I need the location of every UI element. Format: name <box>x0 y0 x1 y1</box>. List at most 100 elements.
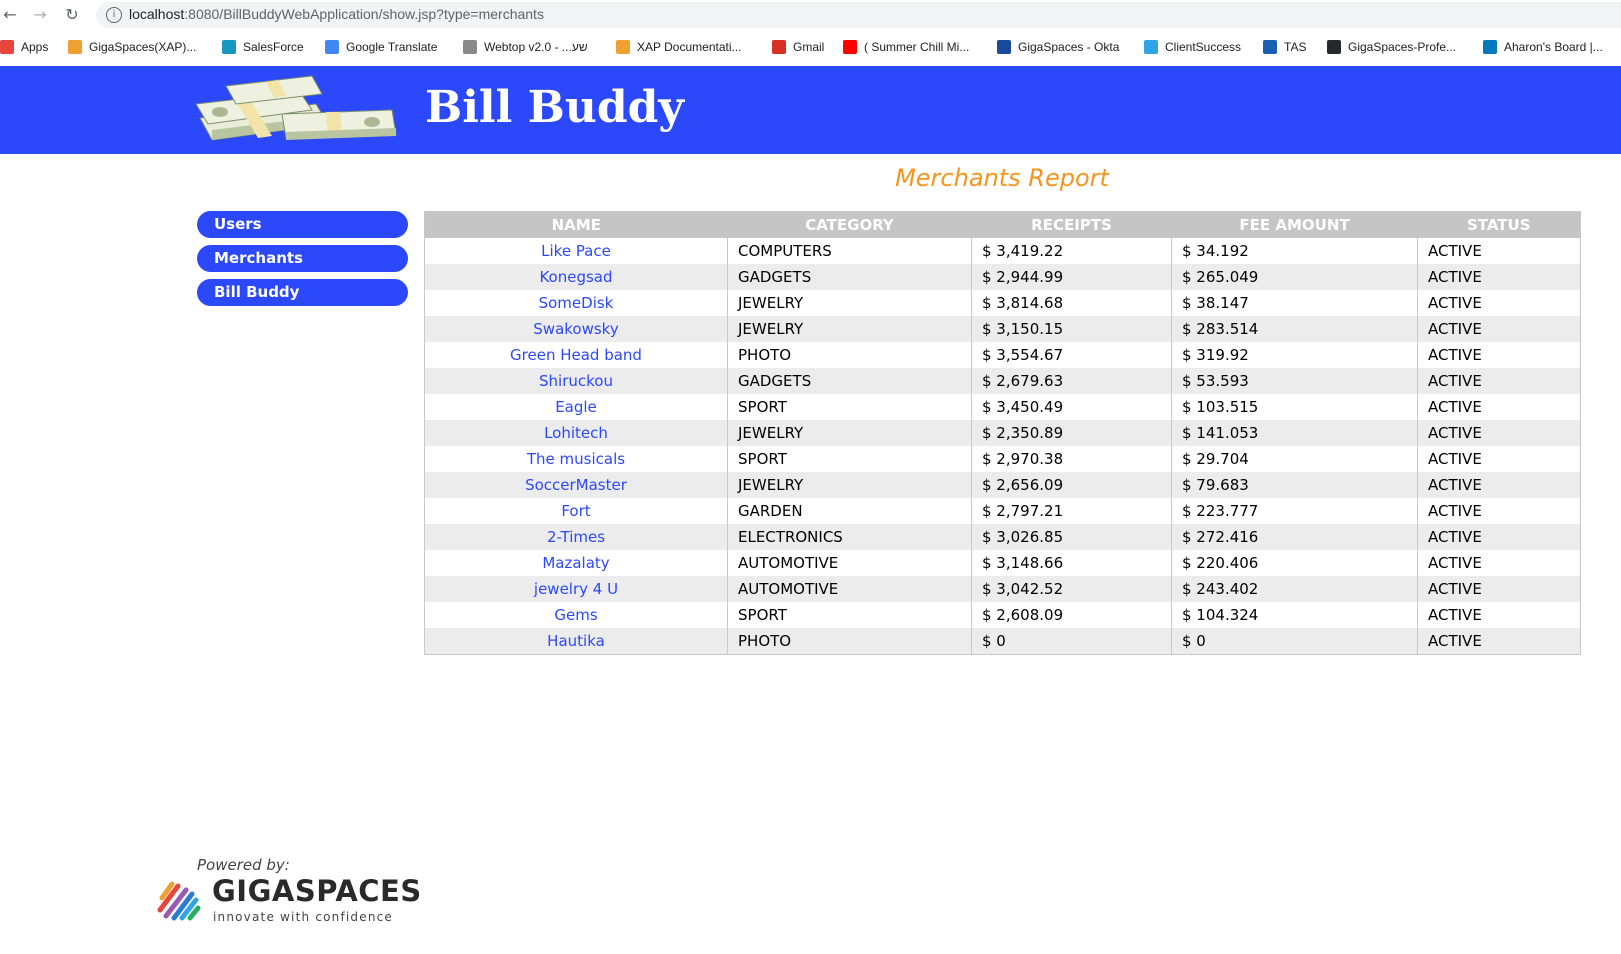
brand-tagline: innovate with confidence <box>213 910 394 924</box>
column-header-category[interactable]: CATEGORY <box>727 211 972 238</box>
cell-status: ACTIVE <box>1417 420 1581 446</box>
table-row: Like Pace COMPUTERS $ 3,419.22 $ 34.192 ACTI… <box>425 238 1581 264</box>
bookmark-item[interactable]: TAS <box>1263 37 1306 57</box>
cell-fee-amount: $ 141.053 <box>1171 420 1418 446</box>
bookmark-label: GigaSpaces-Profe... <box>1348 40 1457 54</box>
merchant-link[interactable]: 2-Times <box>547 528 605 546</box>
cell-name: Green Head band <box>425 342 728 368</box>
bookmark-label: SalesForce <box>243 40 304 54</box>
bookmark-item[interactable]: ClientSuccess <box>1144 37 1241 57</box>
bookmark-label: GigaSpaces(XAP)... <box>89 40 197 54</box>
cell-category: PHOTO <box>727 342 972 368</box>
cell-name: Swakowsky <box>424 316 728 342</box>
merchant-link[interactable]: Hautika <box>547 632 605 650</box>
url-text[interactable]: localhost:8080/BillBuddyWebApplication/s… <box>129 6 544 22</box>
cell-status: ACTIVE <box>1417 394 1581 420</box>
merchant-link[interactable]: The musicals <box>527 450 625 468</box>
sidebar-item-merchants[interactable]: Merchants <box>197 245 408 272</box>
bookmark-item[interactable]: ( Summer Chill Mi... <box>843 37 969 57</box>
merchant-link[interactable]: jewelry 4 U <box>534 580 618 598</box>
forward-arrow-icon[interactable]: → <box>30 4 50 26</box>
table-row: 2-Times ELECTRONICS $ 3,026.85 $ 272.416 ACT… <box>424 524 1581 550</box>
bookmark-item[interactable]: SalesForce <box>222 37 304 57</box>
cell-receipts: $ 2,944.99 <box>971 264 1172 290</box>
cell-fee-amount: $ 0 <box>1171 628 1418 655</box>
table-row: Swakowsky JEWELRY $ 3,150.15 $ 283.514 ACTIV… <box>424 316 1581 342</box>
cell-category: COMPUTERS <box>727 238 972 264</box>
cell-receipts: $ 3,450.49 <box>971 394 1172 420</box>
bookmark-item[interactable]: Apps <box>0 37 48 57</box>
cell-receipts: $ 0 <box>971 628 1172 655</box>
cell-receipts: $ 3,554.67 <box>971 342 1172 368</box>
table-row: Gems SPORT $ 2,608.09 $ 104.324 ACTIVE <box>425 602 1581 628</box>
site-info-icon[interactable]: i <box>106 7 122 23</box>
table-row: The musicals SPORT $ 2,970.38 $ 29.704 ACTIV… <box>425 446 1581 472</box>
table-row: Konegsad GADGETS $ 2,944.99 $ 265.049 ACTIVE <box>424 264 1581 290</box>
bookmark-item[interactable]: GigaSpaces - Okta <box>997 37 1119 57</box>
bookmark-label: ( Summer Chill Mi... <box>864 40 970 54</box>
merchants-table-container: NAME CATEGORY RECEIPTS FEE AMOUNT STATUS… <box>424 211 1581 655</box>
cell-category: JEWELRY <box>727 290 972 316</box>
cell-status: ACTIVE <box>1417 290 1581 316</box>
bookmarks-bar: Apps GigaSpaces(XAP)... SalesForce Google T… <box>0 33 1621 61</box>
app-header: Bill Buddy <box>0 66 1621 154</box>
bookmark-label: TAS <box>1284 40 1307 54</box>
column-header-name[interactable]: NAME <box>424 211 728 238</box>
bookmark-item[interactable]: GigaSpaces-Profe... <box>1327 37 1456 57</box>
cell-fee-amount: $ 53.593 <box>1171 368 1418 394</box>
merchant-link[interactable]: Mazalaty <box>542 554 609 572</box>
salesforce-cloud-icon <box>222 40 236 54</box>
browser-toolbar: ← → ↻ i localhost:8080/BillBuddyWebAppli… <box>0 0 1621 30</box>
cell-status: ACTIVE <box>1417 446 1581 472</box>
column-header-fee-amount[interactable]: FEE AMOUNT <box>1171 211 1418 238</box>
cell-name: Like Pace <box>425 238 728 264</box>
cell-receipts: $ 3,150.15 <box>971 316 1172 342</box>
merchant-link[interactable]: SomeDisk <box>539 294 614 312</box>
bookmark-item[interactable]: Gmail <box>772 37 824 57</box>
merchant-link[interactable]: Konegsad <box>539 268 612 286</box>
bookmark-item[interactable]: Aharon's Board |... <box>1483 37 1603 57</box>
merchant-link[interactable]: Like Pace <box>541 242 611 260</box>
table-row: jewelry 4 U AUTOMOTIVE $ 3,042.52 $ 243.402… <box>424 576 1581 602</box>
sidebar-item-users[interactable]: Users <box>197 211 408 238</box>
merchant-link[interactable]: Shiruckou <box>539 372 613 390</box>
cell-fee-amount: $ 223.777 <box>1171 498 1418 524</box>
merchant-link[interactable]: Swakowsky <box>533 320 618 338</box>
cell-fee-amount: $ 29.704 <box>1171 446 1418 472</box>
table-row: Hautika PHOTO $ 0 $ 0 ACTIVE <box>424 628 1581 655</box>
cell-name: SoccerMaster <box>424 472 728 498</box>
bookmark-item[interactable]: XAP Documentati... <box>616 37 742 57</box>
bookmark-item[interactable]: GigaSpaces(XAP)... <box>68 37 196 57</box>
column-header-receipts[interactable]: RECEIPTS <box>971 211 1172 238</box>
powered-by-logo: Powered by: GIGASPACES innovate with con… <box>156 856 421 926</box>
webtop-icon <box>463 40 477 54</box>
cell-fee-amount: $ 79.683 <box>1171 472 1418 498</box>
merchant-link[interactable]: SoccerMaster <box>525 476 627 494</box>
merchant-link[interactable]: Green Head band <box>510 346 642 364</box>
merchant-link[interactable]: Eagle <box>555 398 597 416</box>
cell-name: Gems <box>425 602 728 628</box>
cell-category: GADGETS <box>727 264 972 290</box>
merchant-link[interactable]: Gems <box>554 606 597 624</box>
bookmark-item[interactable]: Google Translate <box>325 37 437 57</box>
address-bar[interactable]: i localhost:8080/BillBuddyWebApplication… <box>96 2 1621 28</box>
column-header-status[interactable]: STATUS <box>1417 211 1581 238</box>
back-arrow-icon[interactable]: ← <box>0 4 20 26</box>
reload-icon[interactable]: ↻ <box>62 4 82 26</box>
bookmark-label: Webtop v2.0 - ...שע <box>484 40 588 54</box>
cell-fee-amount: $ 38.147 <box>1171 290 1418 316</box>
cell-fee-amount: $ 220.406 <box>1171 550 1418 576</box>
gmail-icon <box>772 40 786 54</box>
bookmark-item[interactable]: Webtop v2.0 - ...שע <box>463 37 588 57</box>
bookmark-label: GigaSpaces - Okta <box>1018 40 1120 54</box>
sidebar-item-bill-buddy[interactable]: Bill Buddy <box>197 279 408 306</box>
cell-receipts: $ 2,679.63 <box>971 368 1172 394</box>
cell-name: Fort <box>425 498 728 524</box>
merchant-link[interactable]: Fort <box>561 502 590 520</box>
gigaspaces-icon <box>616 40 630 54</box>
table-header-row: NAME CATEGORY RECEIPTS FEE AMOUNT STATUS <box>424 211 1581 238</box>
cell-name: The musicals <box>425 446 728 472</box>
bookmark-label: ClientSuccess <box>1165 40 1242 54</box>
merchant-link[interactable]: Lohitech <box>544 424 608 442</box>
cell-status: ACTIVE <box>1417 264 1581 290</box>
